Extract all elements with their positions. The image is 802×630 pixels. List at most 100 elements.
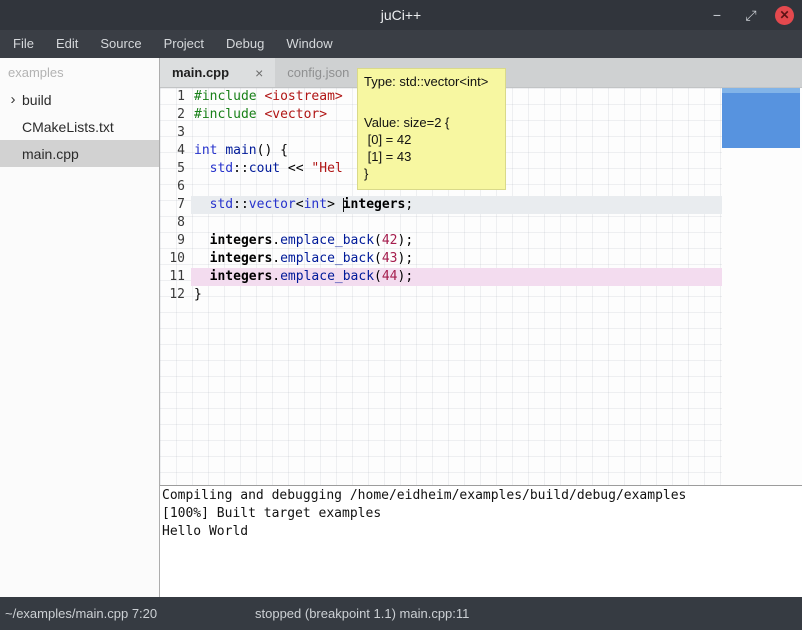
file-tree-sidebar: examples › build CMakeLists.txt main.cpp (0, 58, 160, 597)
code-token: :: (233, 161, 249, 176)
line-number: 8 (160, 214, 191, 232)
code-token: 43 (382, 251, 398, 266)
code-token: main (225, 143, 256, 158)
code-token: <vector> (264, 107, 327, 122)
code-token: < (296, 197, 304, 212)
line-number: 2 (160, 106, 191, 124)
code-token: ( (374, 233, 382, 248)
tooltip-spacer (364, 90, 499, 114)
line-number: 1 (160, 88, 191, 106)
chevron-right-icon[interactable]: › (6, 91, 20, 108)
line-number: 9 (160, 232, 191, 250)
menu-item-file[interactable]: File (2, 30, 45, 58)
code-line[interactable]: } (191, 286, 722, 304)
code-token (194, 269, 210, 284)
code-token: emplace_back (280, 251, 374, 266)
statusbar: ~/examples/main.cpp 7:20 stopped (breakp… (0, 597, 802, 630)
code-token: ( (374, 251, 382, 266)
code-token: :: (233, 197, 249, 212)
menu-item-window[interactable]: Window (275, 30, 343, 58)
code-token: vector (249, 197, 296, 212)
code-token: emplace_back (280, 233, 374, 248)
tab-close-icon[interactable]: × (255, 65, 263, 81)
line-number: 11 (160, 268, 191, 286)
code-token: 42 (382, 233, 398, 248)
code-token: . (272, 233, 280, 248)
tooltip-value-line: [0] = 42 (364, 131, 499, 148)
tooltip-value-line: [1] = 43 (364, 148, 499, 165)
editor-line[interactable]: 12} (160, 286, 802, 304)
menu-item-source[interactable]: Source (89, 30, 152, 58)
line-number: 5 (160, 160, 191, 178)
editor-line[interactable]: 11 integers.emplace_back(44); (160, 268, 802, 286)
maximize-icon[interactable]: ⤢ (741, 5, 761, 25)
menubar: FileEditSourceProjectDebugWindow (0, 30, 802, 58)
code-token: "Hel (311, 161, 342, 176)
code-token: ); (398, 251, 414, 266)
debug-tooltip: Type: std::vector<int> Value: size=2 { [… (357, 68, 506, 190)
minimize-icon[interactable]: − (707, 5, 727, 25)
output-line: Hello World (162, 523, 802, 541)
titlebar: juCi++ − ⤢ ✕ (0, 0, 802, 30)
code-token: integers (210, 251, 273, 266)
project-name-label: examples (0, 58, 159, 86)
status-debug-state: stopped (breakpoint 1.1) main.cpp:11 (255, 597, 469, 630)
code-token: cout (249, 161, 280, 176)
close-icon[interactable]: ✕ (775, 6, 794, 25)
output-line: [100%] Built target examples (162, 505, 802, 523)
code-token: << (280, 161, 311, 176)
window-controls: − ⤢ ✕ (707, 0, 794, 30)
code-token: emplace_back (280, 269, 374, 284)
code-token: ); (398, 269, 414, 284)
code-token: ; (405, 197, 413, 212)
tab-main-cpp[interactable]: main.cpp × (160, 58, 275, 87)
code-token: ( (374, 269, 382, 284)
code-line[interactable]: integers.emplace_back(44); (191, 268, 722, 286)
code-token: } (194, 287, 202, 302)
sidebar-item-label: CMakeLists.txt (22, 119, 114, 135)
sidebar-item-maincpp[interactable]: main.cpp (0, 140, 159, 167)
code-token (194, 251, 210, 266)
tooltip-type-line: Type: std::vector<int> (364, 74, 499, 90)
code-line[interactable]: integers.emplace_back(42); (191, 232, 722, 250)
code-line[interactable]: std::vector<int> integers; (191, 196, 722, 214)
code-token (194, 233, 210, 248)
tab-config-json[interactable]: config.json (275, 58, 361, 87)
code-token: integers (210, 233, 273, 248)
tooltip-value: Value: size=2 { [0] = 42 [1] = 43} (364, 114, 499, 182)
editor-line[interactable]: 10 integers.emplace_back(43); (160, 250, 802, 268)
sidebar-item-cmakelists[interactable]: CMakeLists.txt (0, 113, 159, 140)
code-token (194, 197, 210, 212)
editor-line[interactable]: 9 integers.emplace_back(42); (160, 232, 802, 250)
code-token: 44 (382, 269, 398, 284)
status-file-position: ~/examples/main.cpp 7:20 (5, 597, 157, 630)
tab-label: main.cpp (172, 65, 229, 80)
editor-line[interactable]: 8 (160, 214, 802, 232)
menu-item-project[interactable]: Project (153, 30, 215, 58)
code-token: int (304, 197, 327, 212)
code-token: #include (194, 107, 257, 122)
code-token: std (210, 161, 233, 176)
line-number: 10 (160, 250, 191, 268)
menu-item-edit[interactable]: Edit (45, 30, 89, 58)
code-token: () { (257, 143, 288, 158)
code-token (194, 161, 210, 176)
menu-item-debug[interactable]: Debug (215, 30, 275, 58)
code-token: std (210, 197, 233, 212)
code-token: ); (398, 233, 414, 248)
tooltip-value-line: } (364, 165, 499, 182)
sidebar-item-build[interactable]: › build (0, 86, 159, 113)
code-token: integers (343, 197, 406, 212)
line-number: 6 (160, 178, 191, 196)
scrollbar-overview-thumb[interactable] (722, 88, 800, 148)
code-token: > (327, 197, 343, 212)
code-token: #include (194, 89, 257, 104)
code-token: int (194, 143, 217, 158)
sidebar-item-label: main.cpp (22, 146, 79, 162)
code-token: <iostream> (264, 89, 342, 104)
code-line[interactable] (191, 214, 722, 232)
output-panel[interactable]: Compiling and debugging /home/eidheim/ex… (160, 485, 802, 597)
code-line[interactable]: integers.emplace_back(43); (191, 250, 722, 268)
editor-line[interactable]: 7 std::vector<int> integers; (160, 196, 802, 214)
code-token: integers (210, 269, 273, 284)
